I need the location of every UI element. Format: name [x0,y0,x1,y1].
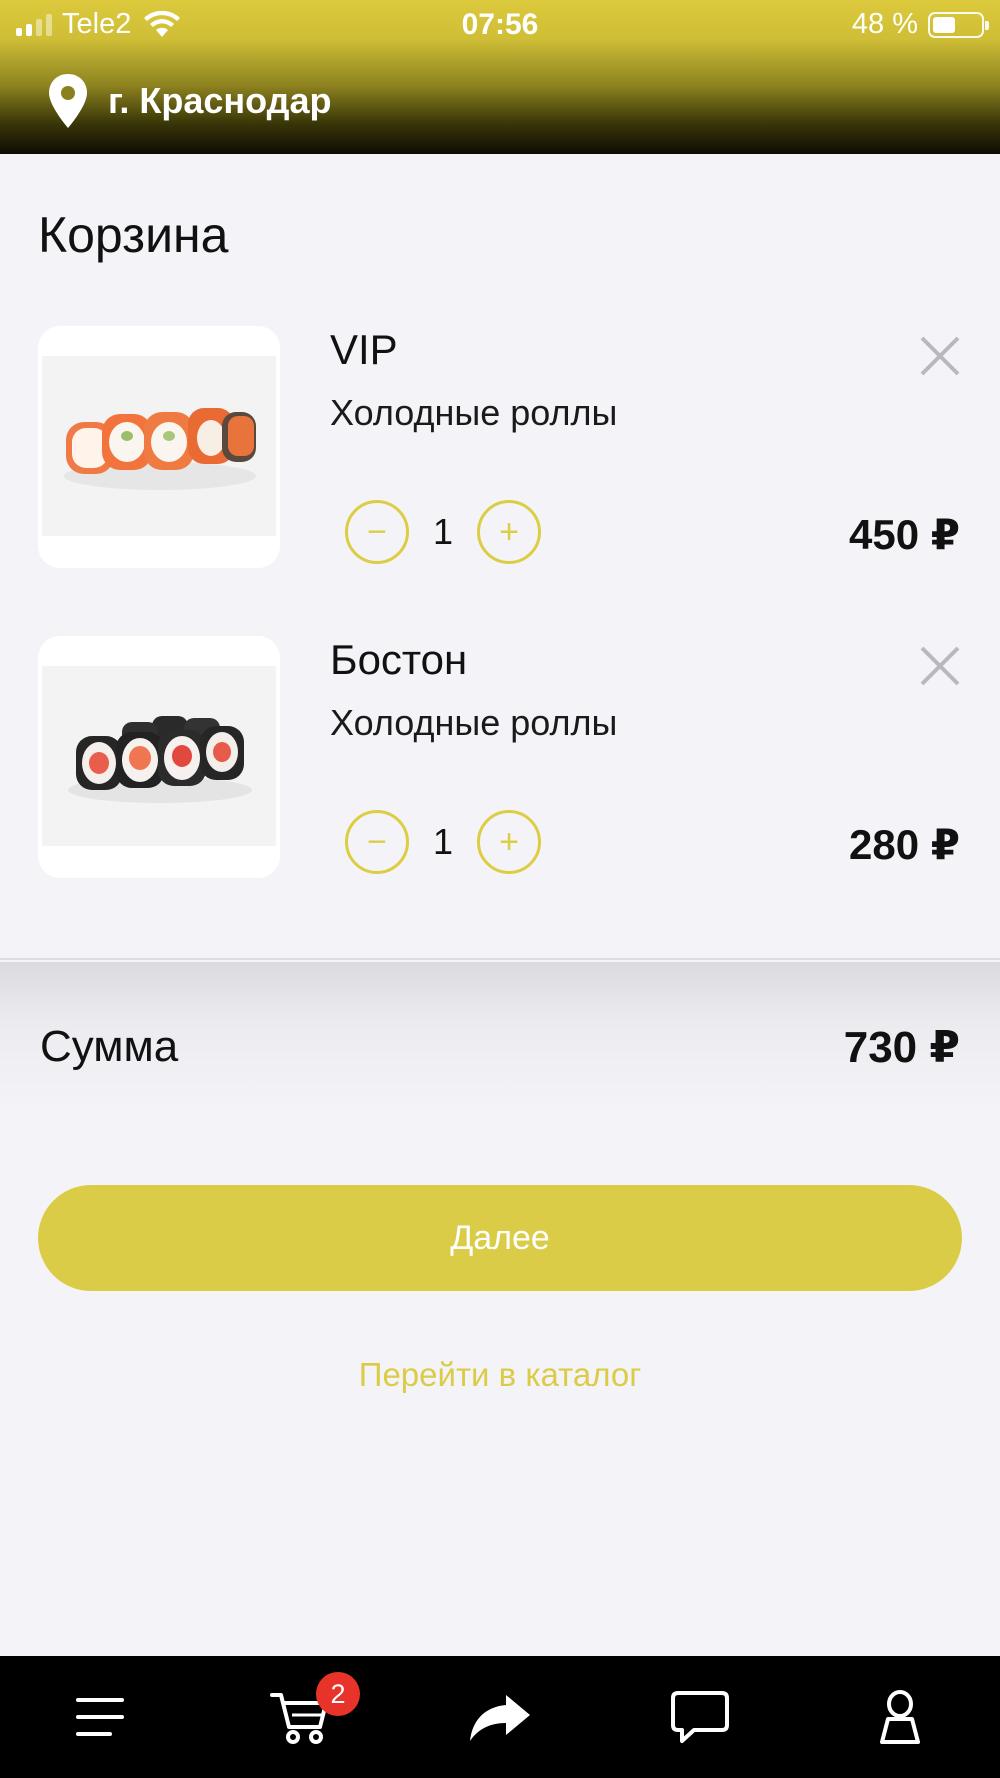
quantity-value: 1 [432,821,454,862]
increase-quantity-button[interactable]: + [477,500,541,564]
cart-item: Бостон Холодные роллы − 1 + 280 ₽ [0,636,1000,878]
quantity-stepper: − 1 + [345,500,541,564]
product-category: Холодные роллы [330,702,618,743]
menu-icon [76,1698,124,1736]
status-bar: Tele2 07:56 48 % [0,0,1000,50]
remove-item-icon[interactable] [918,644,962,688]
page-title: Корзина [38,207,229,263]
decrease-quantity-button[interactable]: − [345,500,409,564]
product-price: 280 ₽ [849,821,960,868]
product-category: Холодные роллы [330,392,618,433]
sum-label: Сумма [40,1022,179,1071]
battery-fill [933,16,956,33]
nav-share[interactable] [450,1682,550,1752]
next-button[interactable]: Далее [38,1185,962,1291]
product-price: 450 ₽ [849,511,960,558]
nav-chat[interactable] [650,1682,750,1752]
product-image[interactable] [38,326,280,568]
profile-icon [880,1690,920,1744]
sum-value: 730 ₽ [843,1023,960,1072]
increase-quantity-button[interactable]: + [477,810,541,874]
quantity-stepper: − 1 + [345,810,541,874]
status-right: 48 % [851,8,989,41]
product-image[interactable] [38,636,280,878]
chat-icon [671,1691,729,1743]
battery-icon [928,11,989,38]
nav-menu[interactable] [50,1682,150,1752]
cart-count-badge: 2 [316,1672,360,1716]
app-header: Tele2 07:56 48 % г. Краснодар [0,0,1000,154]
quantity-value: 1 [432,511,454,552]
nav-profile[interactable] [850,1682,950,1752]
decrease-quantity-button[interactable]: − [345,810,409,874]
product-name: VIP [330,326,398,373]
city-selector[interactable]: г. Краснодар [46,72,332,130]
battery-percent: 48 % [851,8,918,40]
status-time: 07:56 [461,8,539,41]
salmon-roll-image [64,408,256,490]
city-name: г. Краснодар [108,80,332,121]
boston-roll-image [68,716,252,803]
share-icon [470,1695,530,1741]
cart-item: VIP Холодные роллы − 1 + 450 ₽ [0,326,1000,568]
cart-panel: Корзина VIP Холодные роллы − 1 + 450 ₽ Б… [0,154,1000,960]
product-name: Бостон [330,636,468,683]
go-to-catalog-link[interactable]: Перейти в каталог [0,1356,1000,1394]
remove-item-icon[interactable] [918,334,962,378]
bottom-navigation: 2 [0,1656,1000,1778]
map-pin-icon [49,74,87,128]
